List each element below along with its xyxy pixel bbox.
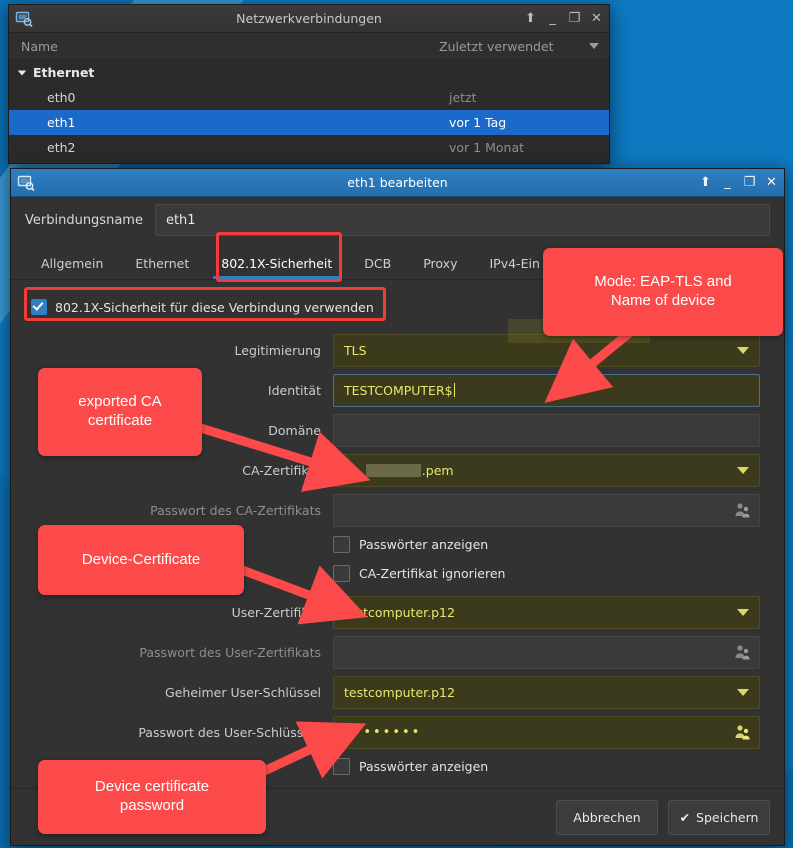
expander-icon[interactable] — [17, 69, 27, 76]
row-name: eth2 — [47, 140, 76, 155]
field-row-legitimierung: Legitimierung TLS — [25, 330, 770, 370]
highlight-box-checkbox — [24, 287, 386, 321]
minimize-button[interactable]: _ — [721, 176, 734, 189]
connection-name-row: Verbindungsname eth1 — [11, 197, 784, 243]
user-zertifikat-passwort-label: Passwort des User-Zertifikats — [139, 644, 321, 660]
table-row[interactable]: eth0 jetzt — [9, 85, 609, 110]
show-passwords-label-1: Passwörter anzeigen — [359, 537, 489, 552]
tab-dcb[interactable]: DCB — [348, 249, 407, 279]
show-passwords-checkbox-2[interactable] — [333, 758, 350, 775]
highlight-box-tab — [216, 232, 342, 282]
chevron-down-icon — [737, 689, 749, 696]
network-connections-window[interactable]: Netzwerkverbindungen ⬆ _ ❐ ✕ Name Zuletz… — [8, 4, 610, 180]
window-titlebar[interactable]: Netzwerkverbindungen ⬆ _ ❐ ✕ — [9, 5, 609, 33]
show-passwords-checkbox-1[interactable] — [333, 536, 350, 553]
shade-button[interactable]: ⬆ — [524, 12, 537, 25]
tab-ethernet[interactable]: Ethernet — [119, 249, 205, 279]
ca-passwort-label: Passwort des CA-Zertifikats — [150, 502, 321, 518]
row-name: eth0 — [47, 90, 76, 105]
row-last-used: vor 1 Monat — [449, 140, 524, 155]
row-last-used: jetzt — [449, 90, 477, 105]
show-passwords-label-2: Passwörter anzeigen — [359, 759, 489, 774]
window-controls[interactable]: ⬆ _ ❐ ✕ — [524, 12, 603, 25]
window-title: Netzwerkverbindungen — [236, 11, 382, 26]
identitaet-input[interactable]: TESTCOMPUTER$ — [333, 373, 760, 407]
legitimierung-label: Legitimierung — [234, 342, 321, 358]
chevron-down-icon — [737, 467, 749, 474]
ignore-ca-row[interactable]: CA-Zertifikat ignorieren — [333, 559, 770, 588]
field-row-user-schluessel-passwort: Passwort des User-Schlüssels •••••••• — [25, 712, 770, 752]
network-connections-icon — [17, 174, 35, 192]
close-button[interactable]: ✕ — [765, 176, 778, 189]
geheimer-user-schluessel-dropdown[interactable]: testcomputer.p12 — [333, 675, 760, 709]
people-icon[interactable] — [734, 644, 751, 660]
row-last-used: vor 1 Tag — [449, 115, 507, 130]
text-cursor — [453, 383, 455, 397]
chevron-down-icon — [737, 609, 749, 616]
tab-allgemein[interactable]: Allgemein — [25, 249, 119, 279]
user-schluessel-passwort-input[interactable]: •••••••• — [333, 715, 760, 749]
user-zertifikat-passwort-input[interactable] — [333, 635, 760, 669]
people-icon[interactable] — [734, 724, 751, 740]
shade-button[interactable]: ⬆ — [699, 176, 712, 189]
people-icon[interactable] — [734, 502, 751, 518]
user-schluessel-passwort-label: Passwort des User-Schlüssels — [138, 724, 321, 740]
connections-list-header: Name Zuletzt verwendet — [9, 33, 609, 60]
ca-passwort-input[interactable] — [333, 493, 760, 527]
maximize-button[interactable]: ❐ — [568, 12, 581, 25]
row-name: eth1 — [47, 115, 76, 130]
network-connections-icon — [15, 10, 33, 28]
table-row-selected[interactable]: eth1 vor 1 Tag — [9, 110, 609, 135]
ignore-ca-checkbox[interactable] — [333, 565, 350, 582]
group-label: Ethernet — [33, 65, 95, 80]
minimize-button[interactable]: _ — [546, 12, 559, 25]
dialog-window-controls[interactable]: ⬆ _ ❐ ✕ — [699, 176, 778, 189]
connection-name-label: Verbindungsname — [25, 212, 143, 228]
field-row-user-zertifikat-passwort: Passwort des User-Zertifikats — [25, 632, 770, 672]
dialog-titlebar[interactable]: eth1 bearbeiten ⬆ _ ❐ ✕ — [11, 169, 784, 197]
dialog-title: eth1 bearbeiten — [347, 175, 448, 190]
annotation-device-cert-password: Device certificate password — [38, 760, 266, 834]
ca-zertifikat-dropdown[interactable]: ca_ .pem — [333, 453, 760, 487]
ignore-ca-label: CA-Zertifikat ignorieren — [359, 566, 506, 581]
ca-zertifikat-label: CA-Zertifikat — [242, 462, 321, 478]
close-button[interactable]: ✕ — [590, 12, 603, 25]
maximize-button[interactable]: ❐ — [743, 176, 756, 189]
field-row-user-zertifikat: User-Zertifikat testcomputer.p12 — [25, 592, 770, 632]
column-header-name[interactable]: Name — [9, 39, 439, 54]
list-group-ethernet[interactable]: Ethernet — [9, 60, 609, 85]
chevron-down-icon — [737, 347, 749, 354]
redaction-block — [365, 463, 421, 477]
field-row-ca-zertifikat: CA-Zertifikat ca_ .pem — [25, 450, 770, 490]
sort-descending-icon — [589, 43, 599, 49]
user-zertifikat-dropdown[interactable]: testcomputer.p12 — [333, 595, 760, 629]
cancel-button[interactable]: Abbrechen — [556, 799, 658, 835]
show-passwords-row-1[interactable]: Passwörter anzeigen — [333, 530, 770, 559]
field-row-geheimer-user-schluessel: Geheimer User-Schlüssel testcomputer.p12 — [25, 672, 770, 712]
table-row[interactable]: eth2 vor 1 Monat — [9, 135, 609, 160]
domaene-input[interactable] — [333, 413, 760, 447]
show-passwords-row-2[interactable]: Passwörter anzeigen — [333, 752, 770, 781]
annotation-exported-ca: exported CA certificate — [38, 368, 202, 456]
annotation-mode: Mode: EAP-TLS and Name of device — [543, 248, 783, 336]
column-header-last-used[interactable]: Zuletzt verwendet — [439, 39, 609, 54]
save-button[interactable]: ✔ Speichern — [668, 799, 770, 835]
tab-proxy[interactable]: Proxy — [407, 249, 473, 279]
user-zertifikat-label: User-Zertifikat — [231, 604, 321, 620]
geheimer-user-schluessel-label: Geheimer User-Schlüssel — [165, 684, 321, 700]
check-icon: ✔ — [679, 809, 691, 825]
field-row-ca-passwort: Passwort des CA-Zertifikats — [25, 490, 770, 530]
annotation-device-certificate: Device-Certificate — [38, 525, 244, 595]
